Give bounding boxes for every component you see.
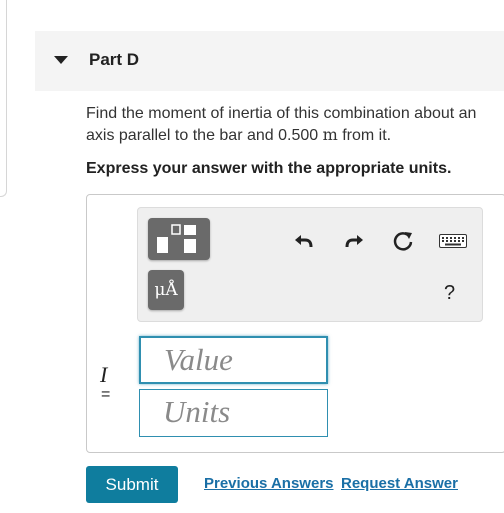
reset-icon	[393, 232, 413, 251]
question-text-start: Find the moment of inertia of this combi…	[86, 105, 477, 144]
keyboard-icon	[439, 234, 467, 248]
templates-icon	[157, 224, 196, 253]
previous-answers-link[interactable]: Previous Answers	[204, 475, 334, 492]
part-title: Part D	[89, 50, 140, 69]
value-input[interactable]: Value	[139, 336, 328, 384]
submit-button[interactable]: Submit	[86, 466, 178, 503]
part-header[interactable]: Part D	[35, 31, 504, 91]
redo-button[interactable]	[341, 228, 367, 254]
keyboard-button[interactable]	[438, 228, 468, 254]
question-text: Find the moment of inertia of this combi…	[86, 103, 498, 146]
help-button[interactable]: ?	[444, 282, 455, 305]
undo-icon	[295, 235, 313, 248]
reset-button[interactable]	[390, 228, 416, 254]
redo-icon	[345, 235, 363, 248]
templates-button[interactable]	[148, 218, 210, 260]
request-answer-link[interactable]: Request Answer	[341, 475, 458, 492]
equals-sign: =	[101, 386, 111, 403]
answer-instruction: Express your answer with the appropriate…	[86, 160, 452, 177]
units-input[interactable]: Units	[139, 389, 328, 437]
caret-down-icon[interactable]	[54, 56, 68, 64]
math-toolbar: μÅ ?	[137, 207, 483, 322]
left-panel-edge	[0, 0, 7, 197]
answer-variable: I	[100, 362, 108, 387]
undo-button[interactable]	[291, 228, 317, 254]
question-unit: m	[322, 125, 338, 144]
question-text-end: from it.	[337, 127, 392, 144]
units-symbols-button[interactable]: μÅ	[148, 270, 184, 310]
